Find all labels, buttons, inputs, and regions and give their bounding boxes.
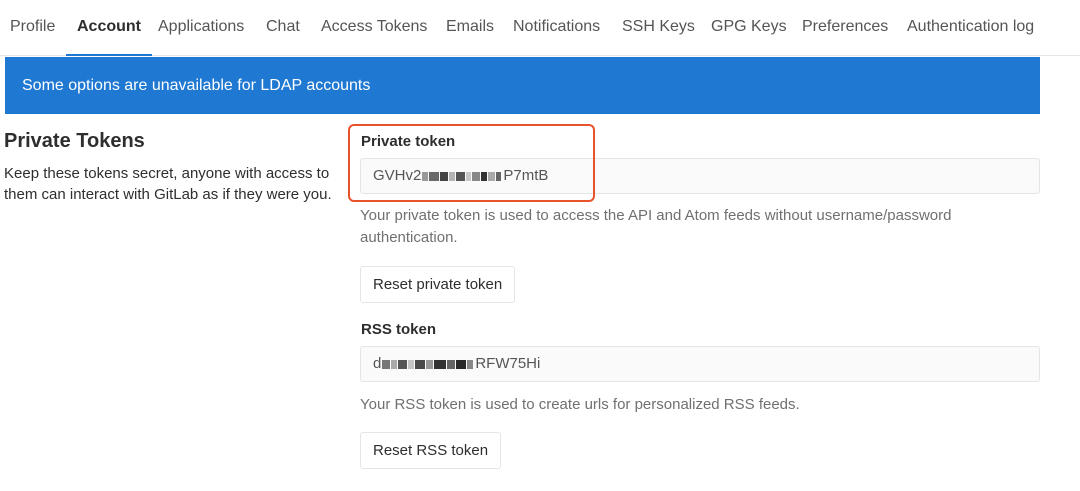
- section-description: Keep these tokens secret, anyone with ac…: [4, 165, 332, 203]
- reset-rss-token-button[interactable]: Reset RSS token: [360, 432, 502, 469]
- tab-account[interactable]: Account: [66, 0, 152, 56]
- reset-private-token-button[interactable]: Reset private token: [360, 266, 516, 303]
- redacted-mask: [422, 159, 502, 193]
- rss-token-value-end: RFW75Hi: [475, 355, 541, 372]
- tab-gpg-keys[interactable]: GPG Keys: [711, 0, 787, 56]
- tab-authentication-log[interactable]: Authentication log: [907, 0, 1034, 56]
- rss-token-label: RSS token: [361, 321, 437, 338]
- rss-token-field[interactable]: d RFW75Hi: [360, 346, 1040, 382]
- tab-access-tokens[interactable]: Access Tokens: [321, 0, 427, 56]
- tab-chat[interactable]: Chat: [266, 0, 300, 56]
- tab-notifications[interactable]: Notifications: [513, 0, 600, 56]
- tab-preferences[interactable]: Preferences: [802, 0, 888, 56]
- settings-nav-tabs: Profile Account Applications Chat Access…: [0, 0, 1080, 56]
- tab-applications[interactable]: Applications: [158, 0, 244, 56]
- private-token-field[interactable]: GVHv2 P7mtB: [360, 158, 1040, 194]
- tab-ssh-keys[interactable]: SSH Keys: [622, 0, 695, 56]
- section-title: Private Tokens: [4, 130, 145, 152]
- private-token-value-end: P7mtB: [503, 167, 549, 184]
- rss-token-value-start: d: [373, 355, 382, 372]
- rss-token-help: Your RSS token is used to create urls fo…: [360, 396, 800, 413]
- redacted-mask: [382, 347, 474, 381]
- private-token-value-start: GVHv2: [373, 167, 422, 184]
- tab-profile[interactable]: Profile: [10, 0, 55, 56]
- private-token-label: Private token: [361, 133, 456, 150]
- ldap-info-banner: Some options are unavailable for LDAP ac…: [5, 57, 1040, 114]
- private-token-help: Your private token is used to access the…: [360, 207, 952, 246]
- tab-emails[interactable]: Emails: [446, 0, 494, 56]
